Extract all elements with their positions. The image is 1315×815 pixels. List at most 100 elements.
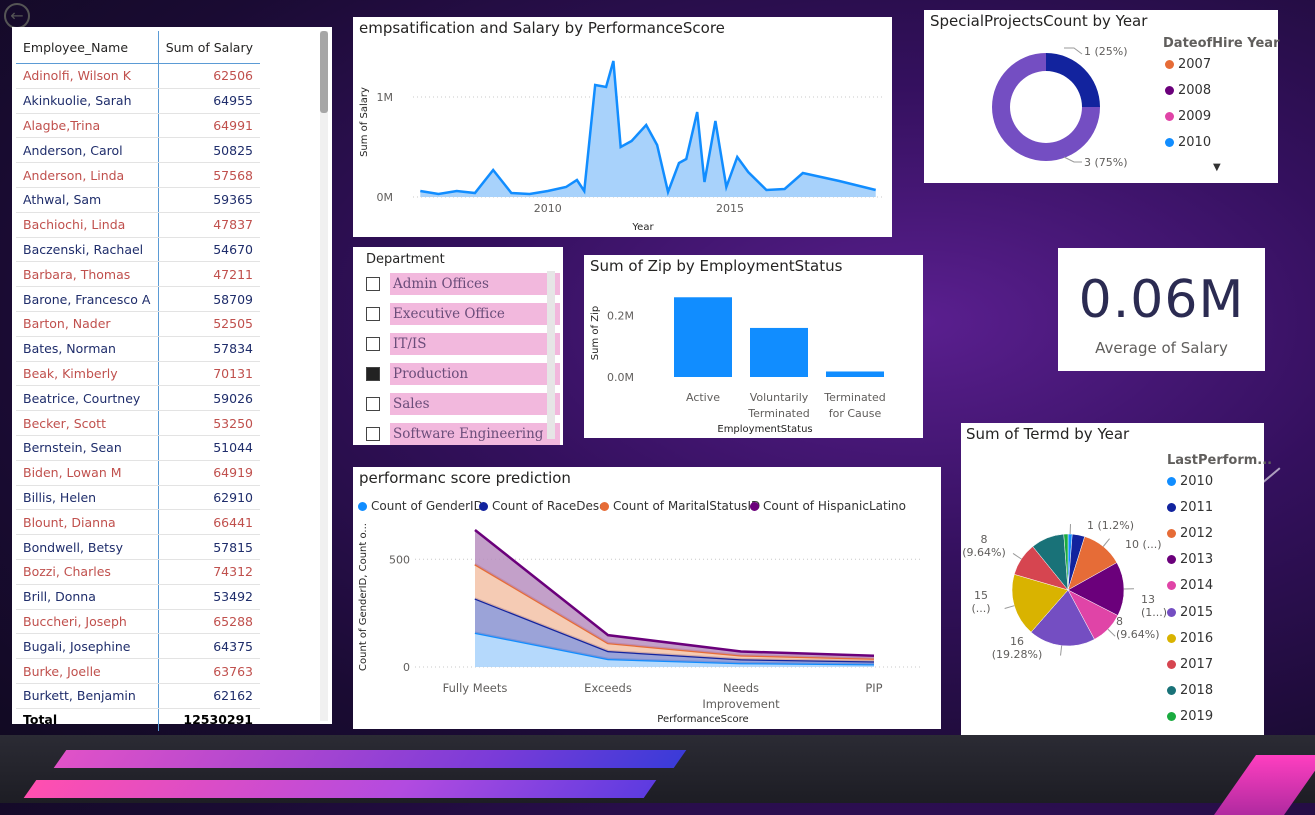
department-scrollbar[interactable] xyxy=(547,271,555,439)
x-tick-label: Exceeds xyxy=(584,681,632,695)
y-tick-label: 500 xyxy=(389,553,410,566)
legend-item[interactable]: 2010 xyxy=(1167,474,1213,489)
employee-name-cell: Bondwell, Betsy xyxy=(16,535,158,560)
back-arrow-icon[interactable]: ← xyxy=(4,3,30,29)
legend-item[interactable]: 2019 xyxy=(1167,709,1213,724)
legend-item[interactable]: 2008 xyxy=(1165,83,1211,98)
table-row[interactable]: Bozzi, Charles74312 xyxy=(16,559,260,584)
employee-name-cell: Bozzi, Charles xyxy=(16,559,158,584)
table-row[interactable]: Becker, Scott53250 xyxy=(16,411,260,436)
employee-name-cell: Buccheri, Joseph xyxy=(16,609,158,634)
bar[interactable] xyxy=(826,371,884,377)
table-row[interactable]: Beatrice, Courtney59026 xyxy=(16,386,260,411)
employee-name-cell: Brill, Donna xyxy=(16,584,158,609)
legend-item[interactable]: 2007 xyxy=(1165,57,1211,72)
table-scroll-thumb[interactable] xyxy=(320,31,328,113)
legend-item[interactable]: 2017 xyxy=(1167,657,1213,672)
department-option-label: Sales xyxy=(390,393,560,415)
table-row[interactable]: Baczenski, Rachael54670 xyxy=(16,237,260,262)
department-option-label: IT/IS xyxy=(390,333,560,355)
table-row[interactable]: Bernstein, Sean51044 xyxy=(16,435,260,460)
table-scrollbar[interactable] xyxy=(320,31,328,721)
salary-cell: 64991 xyxy=(158,113,260,138)
bar[interactable] xyxy=(750,328,808,377)
legend-label: 2018 xyxy=(1180,683,1213,698)
legend-label: 2011 xyxy=(1180,500,1213,515)
column-header-employee-name[interactable]: Employee_Name xyxy=(16,31,158,64)
pie-data-label: 16(19.28%) xyxy=(992,635,1043,661)
termd-pie-panel[interactable]: Sum of Termd by Year 1 (1.2%)10 (...)13(… xyxy=(961,423,1264,735)
table-row[interactable]: Athwal, Sam59365 xyxy=(16,187,260,212)
checkbox[interactable] xyxy=(366,397,380,411)
legend-item[interactable]: 2014 xyxy=(1167,578,1213,593)
checkbox[interactable] xyxy=(366,307,380,321)
table-row[interactable]: Anderson, Linda57568 xyxy=(16,163,260,188)
table-row[interactable]: Beak, Kimberly70131 xyxy=(16,361,260,386)
bar[interactable] xyxy=(674,297,732,377)
table-row[interactable]: Anderson, Carol50825 xyxy=(16,138,260,163)
checkbox[interactable] xyxy=(366,367,380,381)
legend-marker xyxy=(1167,503,1176,512)
table-row[interactable]: Billis, Helen62910 xyxy=(16,485,260,510)
zip-bar-chart: 0.0M0.2MActiveVoluntarilyTerminatedTermi… xyxy=(584,255,923,438)
employee-name-cell: Beatrice, Courtney xyxy=(16,386,158,411)
table-row[interactable]: Adinolfi, Wilson K62506 xyxy=(16,64,260,89)
average-salary-card[interactable]: 0.06M Average of Salary xyxy=(1058,248,1265,371)
table-row[interactable]: Bates, Norman57834 xyxy=(16,336,260,361)
table-row[interactable]: Brill, Donna53492 xyxy=(16,584,260,609)
table-row[interactable]: Blount, Dianna66441 xyxy=(16,510,260,535)
employee-name-cell: Bachiochi, Linda xyxy=(16,212,158,237)
table-row[interactable]: Bondwell, Betsy57815 xyxy=(16,535,260,560)
table-row[interactable]: Barbara, Thomas47211 xyxy=(16,262,260,287)
checkbox[interactable] xyxy=(366,277,380,291)
employee-name-cell: Blount, Dianna xyxy=(16,510,158,535)
salary-cell: 47837 xyxy=(158,212,260,237)
table-row[interactable]: Barton, Nader52505 xyxy=(16,311,260,336)
legend-item[interactable]: 2013 xyxy=(1167,552,1213,567)
checkbox[interactable] xyxy=(366,337,380,351)
decor-stripe xyxy=(54,750,687,768)
salary-cell: 57568 xyxy=(158,163,260,188)
table-row[interactable]: Biden, Lowan M64919 xyxy=(16,460,260,485)
legend-label: 2016 xyxy=(1180,631,1213,646)
table-body: Adinolfi, Wilson K62506Akinkuolie, Sarah… xyxy=(16,64,260,709)
legend-item[interactable]: 2011 xyxy=(1167,500,1213,515)
table-row[interactable]: Buccheri, Joseph65288 xyxy=(16,609,260,634)
column-header-sum-of-salary[interactable]: Sum of Salary xyxy=(158,31,260,64)
x-tick-label: NeedsImprovement xyxy=(702,681,780,711)
legend-item[interactable]: 2015 xyxy=(1167,605,1213,620)
legend-item[interactable]: 2010 xyxy=(1165,135,1211,150)
salary-cell: 58709 xyxy=(158,287,260,312)
table-row[interactable]: Alagbe,Trina64991 xyxy=(16,113,260,138)
table-row[interactable]: Bugali, Josephine64375 xyxy=(16,634,260,659)
legend-marker xyxy=(1167,555,1176,564)
department-slicer[interactable]: Department Admin OfficesExecutive Office… xyxy=(353,247,563,445)
legend-label: 2008 xyxy=(1178,83,1211,98)
leader-line xyxy=(1005,606,1015,609)
legend-item[interactable]: 2016 xyxy=(1167,631,1213,646)
table-row[interactable]: Barone, Francesco A58709 xyxy=(16,287,260,312)
y-tick-label: 0.2M xyxy=(607,310,634,323)
table-row[interactable]: Burkett, Benjamin62162 xyxy=(16,683,260,708)
employee-name-cell: Bugali, Josephine xyxy=(16,634,158,659)
leader-line xyxy=(1013,553,1021,559)
checkbox[interactable] xyxy=(366,427,380,441)
table-row[interactable]: Bachiochi, Linda47837 xyxy=(16,212,260,237)
employee-name-cell: Baczenski, Rachael xyxy=(16,237,158,262)
x-tick-label: Terminatedfor Cause xyxy=(823,391,886,420)
pie-legend-title: LastPerform... xyxy=(1167,453,1272,468)
table-row[interactable]: Akinkuolie, Sarah64955 xyxy=(16,88,260,113)
performance-chart-panel[interactable]: performanc score prediction Count of Gen… xyxy=(353,467,941,729)
total-value: 12530291 xyxy=(158,708,260,731)
legend-item[interactable]: 2012 xyxy=(1167,526,1213,541)
special-projects-donut-panel[interactable]: SpecialProjectsCount by Year 1 (25%)3 (7… xyxy=(924,10,1278,183)
caret-down-icon[interactable]: ▼ xyxy=(1213,162,1221,173)
table-row[interactable]: Burke, Joelle63763 xyxy=(16,659,260,684)
legend-item[interactable]: 2018 xyxy=(1167,683,1213,698)
zip-bar-chart-panel[interactable]: Sum of Zip by EmploymentStatus 0.0M0.2MA… xyxy=(584,255,923,438)
salary-area-chart-panel[interactable]: empsatification and Salary by Performanc… xyxy=(353,17,892,237)
donut-slice[interactable] xyxy=(1046,53,1100,107)
salary-cell: 64955 xyxy=(158,88,260,113)
legend-item[interactable]: 2009 xyxy=(1165,109,1211,124)
pie-data-label-line: (9.64%) xyxy=(962,546,1006,559)
